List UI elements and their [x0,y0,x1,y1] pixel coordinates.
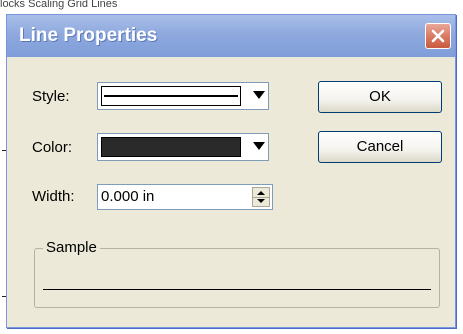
ok-button[interactable]: OK [318,81,442,113]
close-icon [431,29,445,43]
sample-line-preview [43,289,431,290]
style-label: Style: [32,88,70,105]
style-swatch [101,86,241,106]
line-properties-dialog: Line Properties Style: Color: Width: 0.0… [6,14,456,328]
color-label: Color: [32,139,73,156]
chevron-down-icon[interactable] [253,142,265,150]
background-tab-strip: locks Scaling Grid Lines [0,0,118,10]
sample-group: Sample [34,239,440,308]
cancel-button[interactable]: Cancel [318,131,442,163]
spin-down-icon[interactable] [253,197,269,206]
style-select[interactable] [97,82,269,110]
color-swatch [101,137,241,157]
width-label: Width: [32,188,75,205]
title-bar[interactable]: Line Properties [7,15,455,57]
style-line-preview [104,95,238,97]
width-field[interactable]: 0.000 in [97,184,273,210]
width-value[interactable]: 0.000 in [101,188,154,206]
close-button[interactable] [425,23,451,49]
dialog-title: Line Properties [19,25,158,46]
chevron-down-icon[interactable] [253,91,265,99]
sample-label: Sample [43,239,100,257]
width-spinner[interactable] [252,187,270,207]
color-select[interactable] [97,133,269,161]
